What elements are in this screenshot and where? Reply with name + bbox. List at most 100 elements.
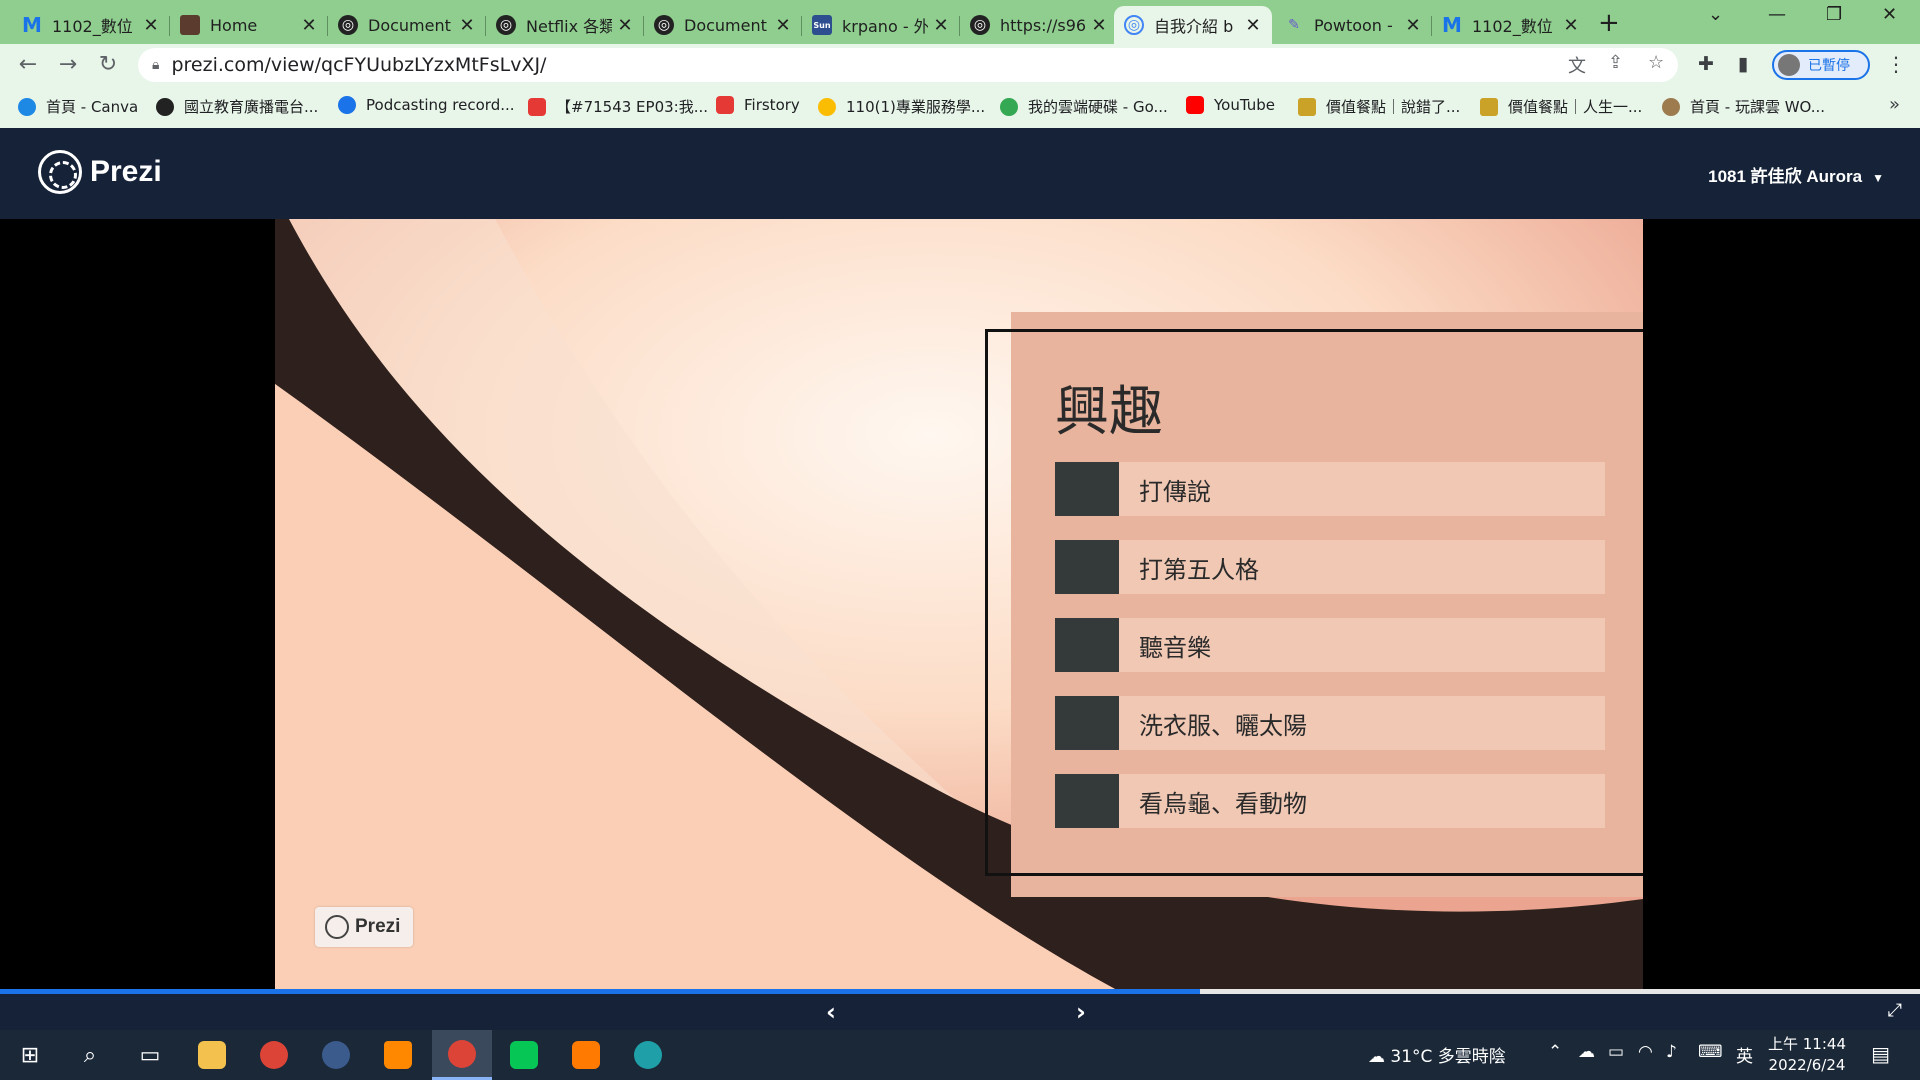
wifi-icon[interactable]: ◠ <box>1638 1042 1653 1062</box>
close-icon[interactable]: ✕ <box>1244 15 1262 36</box>
globe-icon: ◎ <box>338 15 358 35</box>
close-icon[interactable]: ✕ <box>458 15 476 36</box>
youtube-icon <box>1186 96 1204 114</box>
bookmark-ep03[interactable]: 【#71543 EP03:我... <box>528 96 708 117</box>
onedrive-icon[interactable]: ☁ <box>1578 1042 1595 1062</box>
tab-powtoon[interactable]: ✎ Powtoon - ✕ <box>1274 6 1432 44</box>
podcast-icon <box>338 96 356 114</box>
edge-icon[interactable] <box>620 1030 676 1080</box>
tab-krpano[interactable]: Sun krpano - 外 ✕ <box>802 6 960 44</box>
extensions-puzzle-icon[interactable]: ✚ <box>1698 53 1714 75</box>
bookmark-canva[interactable]: 首頁 - Canva <box>18 96 138 117</box>
close-icon[interactable]: ✕ <box>142 15 160 36</box>
browser-tab-strip: M 1102_數位 ✕ Home ✕ ◎ Document ✕ ◎ Netfli… <box>0 0 1920 44</box>
bookmark-youtube[interactable]: YouTube <box>1186 96 1275 114</box>
windows-start-icon[interactable]: ⊞ <box>2 1030 58 1080</box>
slide[interactable]: 興趣 打傳說 打第五人格 聽音樂 洗衣服、曬太陽 看烏龜、看動物 Prezi <box>275 219 1643 989</box>
ime-indicator[interactable]: 英 <box>1736 1042 1753 1067</box>
bookmark-value-meal-2[interactable]: 價值餐點｜人生一... <box>1480 96 1642 117</box>
translate-icon[interactable]: 文 <box>1568 52 1586 78</box>
firstory-icon <box>716 96 734 114</box>
bookmark-value-meal-1[interactable]: 價值餐點｜說錯了... <box>1298 96 1460 117</box>
tab-title: Document <box>368 15 451 35</box>
tray-chevron-icon[interactable]: ⌃ <box>1548 1042 1562 1062</box>
sublime-text-icon[interactable] <box>558 1030 614 1080</box>
previous-step-icon[interactable]: ‹ <box>826 998 836 1026</box>
task-view-icon[interactable]: ▭ <box>122 1030 178 1080</box>
cloud-icon: ☁ <box>1368 1047 1385 1067</box>
globe-icon: ◎ <box>970 15 990 35</box>
chrome-icon[interactable] <box>246 1030 302 1080</box>
davinci-resolve-icon[interactable] <box>308 1030 364 1080</box>
weather-widget[interactable]: ☁ 31°C 多雲時陰 <box>1368 1042 1506 1067</box>
tab-https[interactable]: ◎ https://s96 ✕ <box>960 6 1118 44</box>
side-panel-icon[interactable]: ▮ <box>1738 53 1748 75</box>
more-bookmarks-icon[interactable]: » <box>1889 94 1900 115</box>
lock-icon[interactable]: 🔒︎ <box>152 57 159 73</box>
close-icon[interactable]: ✕ <box>1090 15 1108 36</box>
tab-netflix[interactable]: ◎ Netflix 各類 ✕ <box>486 6 644 44</box>
tab-document-1[interactable]: ◎ Document ✕ <box>328 6 486 44</box>
tab-home[interactable]: Home ✕ <box>170 6 328 44</box>
tab-title: https://s96 <box>1000 15 1086 35</box>
presentation-stage: 興趣 打傳說 打第五人格 聽音樂 洗衣服、曬太陽 看烏龜、看動物 Prezi <box>0 219 1920 989</box>
m-logo-icon: M <box>22 13 42 37</box>
tab-document-2[interactable]: ◎ Document ✕ <box>644 6 802 44</box>
speaker-icon[interactable]: ♪ <box>1666 1042 1677 1062</box>
keyboard-icon[interactable]: ⌨ <box>1698 1042 1723 1062</box>
close-icon[interactable]: ✕ <box>774 15 792 36</box>
tab-title: Home <box>210 15 258 35</box>
back-icon[interactable]: ← <box>14 52 42 77</box>
tab-prezi-active[interactable]: ◎ 自我介紹 b ✕ <box>1114 6 1272 44</box>
tab-search-chevron-icon[interactable]: ⌄ <box>1708 4 1723 25</box>
close-icon[interactable]: ✕ <box>616 15 634 36</box>
prezi-logo-icon <box>38 150 82 194</box>
fullscreen-icon[interactable]: ⤢ <box>1888 1000 1902 1021</box>
line-icon[interactable] <box>496 1030 552 1080</box>
canva-icon <box>18 97 36 116</box>
tab-1102-1[interactable]: M 1102_數位 ✕ <box>12 6 170 44</box>
bookmark-my-drive[interactable]: 我的雲端硬碟 - Go... <box>1000 96 1168 117</box>
chrome-active-icon[interactable] <box>432 1030 492 1080</box>
bookmark-wokeyun[interactable]: 首頁 - 玩課雲 WO... <box>1662 96 1825 117</box>
window-close-icon[interactable]: ✕ <box>1882 4 1897 25</box>
bookmark-firstory[interactable]: Firstory <box>716 96 800 114</box>
prezi-favicon-icon: ◎ <box>1124 15 1144 35</box>
vlc-icon[interactable] <box>370 1030 426 1080</box>
battery-icon[interactable]: ▭ <box>1608 1042 1624 1062</box>
wokeyun-icon <box>1662 97 1680 116</box>
prezi-logo[interactable]: Prezi <box>38 150 162 194</box>
new-tab-icon[interactable]: + <box>1598 8 1620 38</box>
address-url[interactable]: prezi.com/view/qcFYUubzLYzxMtFsLvXJ/ <box>171 54 546 76</box>
list-item: 聽音樂 <box>1055 618 1605 672</box>
taskbar-clock[interactable]: 上午 11:44 2022/6/24 <box>1768 1034 1846 1076</box>
notification-icon[interactable]: ▤ <box>1871 1042 1890 1066</box>
close-icon[interactable]: ✕ <box>1404 15 1422 36</box>
address-bar[interactable]: 🔒︎ prezi.com/view/qcFYUubzLYzxMtFsLvXJ/ <box>138 48 1678 82</box>
bookmark-radio[interactable]: 國立教育廣播電台... <box>156 96 318 117</box>
bookmark-drive-course[interactable]: 110(1)專業服務學... <box>818 96 985 117</box>
tab-1102-2[interactable]: M 1102_數位 ✕ <box>1432 6 1590 44</box>
next-step-icon[interactable]: › <box>1076 998 1086 1026</box>
close-icon[interactable]: ✕ <box>932 15 950 36</box>
kebab-menu-icon[interactable]: ⋮ <box>1886 52 1906 76</box>
globe-icon: ◎ <box>654 15 674 35</box>
close-icon[interactable]: ✕ <box>1562 15 1580 36</box>
forward-icon[interactable]: → <box>54 52 82 77</box>
krpano-icon: Sun <box>812 15 832 35</box>
share-icon[interactable]: ⇪ <box>1608 52 1623 73</box>
file-explorer-icon[interactable] <box>184 1030 240 1080</box>
search-icon[interactable]: ⌕ <box>62 1030 118 1080</box>
tab-title: 自我介紹 b <box>1154 17 1234 36</box>
bookmark-star-icon[interactable]: ☆ <box>1648 52 1664 73</box>
minimize-icon[interactable]: — <box>1768 4 1786 25</box>
prezi-logo-icon <box>325 915 349 939</box>
close-icon[interactable]: ✕ <box>300 15 318 36</box>
user-menu[interactable]: 1081 許佳欣 Aurora ▼ <box>1708 162 1884 187</box>
prezi-watermark[interactable]: Prezi <box>315 907 413 947</box>
profile-button[interactable]: 已暫停 <box>1772 50 1870 80</box>
list-item-label: 洗衣服、曬太陽 <box>1139 711 1307 740</box>
bookmark-podcasting[interactable]: Podcasting record... <box>338 96 515 114</box>
restore-icon[interactable]: ❐ <box>1826 4 1842 25</box>
reload-icon[interactable]: ↻ <box>94 52 122 77</box>
